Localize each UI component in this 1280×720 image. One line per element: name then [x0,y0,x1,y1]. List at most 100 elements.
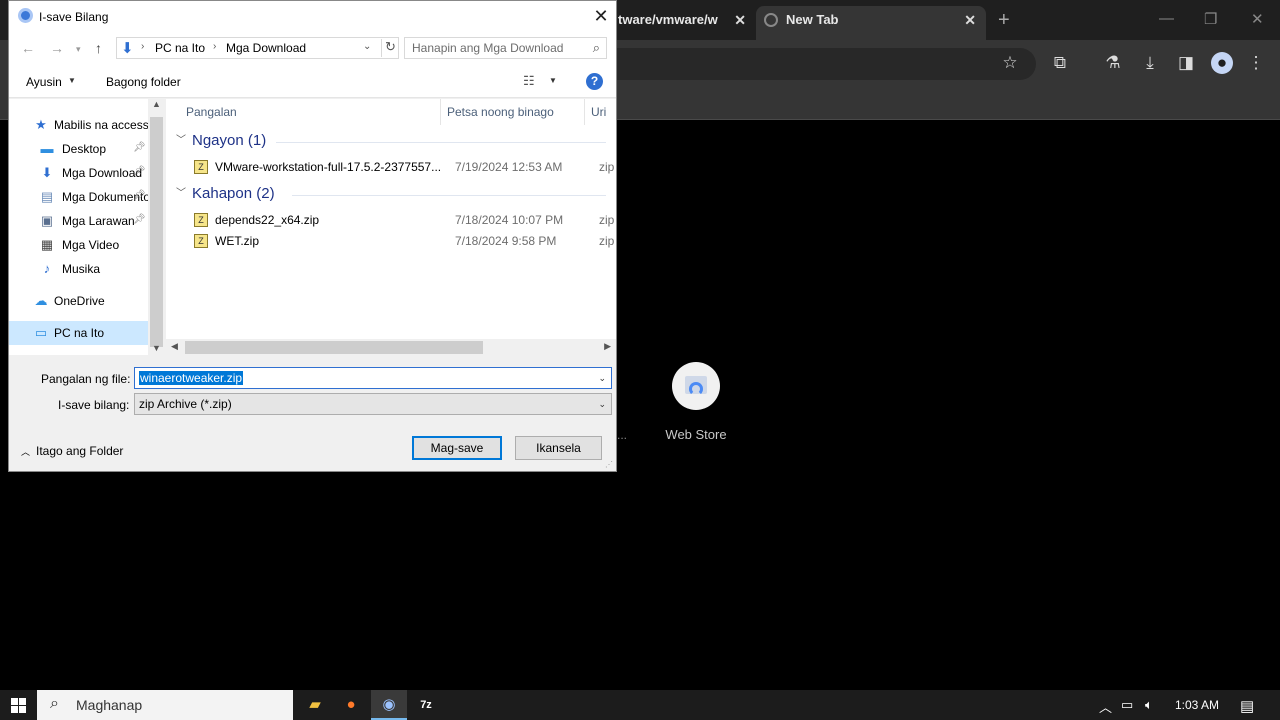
breadcrumb-chevron-icon[interactable]: › [213,41,216,52]
download-icon: ⬇ [41,165,53,180]
forward-arrow-icon[interactable]: → [50,40,64,56]
scroll-left-icon[interactable]: ◀ [171,341,178,352]
search-icon: ⌕ [50,695,59,712]
table-row[interactable]: Z WET.zip 7/18/2024 9:58 PM zip A [186,231,616,252]
chevron-up-icon: ︿ [21,447,31,457]
file-list: Pangalan Petsa noong binago Uri ﹀ Ngayon … [166,99,616,339]
window-close-icon[interactable]: ✕ [1251,10,1264,28]
chrome-logo-icon [18,8,33,23]
save-button[interactable]: Mag-save [412,436,502,460]
caret-down-icon[interactable]: ▼ [68,76,76,85]
labs-flask-icon[interactable]: ⚗ [1102,52,1124,74]
table-row[interactable]: Z VMware-workstation-full-17.5.2-2377557… [186,157,616,178]
sidebar-item-quick-access[interactable]: ★ Mabilis na access [9,113,148,137]
tab-close-icon[interactable]: ✕ [964,6,976,34]
chevron-down-icon[interactable]: ⌄ [598,399,606,410]
sidebar-item-documents[interactable]: ▤ Mga Dokumento 📌︎ [9,185,148,209]
navigation-pane-scrollbar[interactable]: ▲ ▼ [148,99,165,355]
breadcrumb-downloads[interactable]: Mga Download [226,41,306,55]
chevron-down-icon[interactable]: ﹀ [176,135,186,146]
network-icon[interactable]: ▭ [1121,697,1133,713]
side-panel-icon[interactable]: ◨ [1175,52,1197,74]
help-icon[interactable]: ? [586,73,603,90]
column-header-type[interactable]: Uri [591,105,606,119]
view-options-icon[interactable]: ☷ [523,73,535,89]
caret-down-icon[interactable]: ▼ [549,76,557,85]
chevron-down-icon[interactable]: ⌄ [598,373,606,384]
sidebar-item-videos[interactable]: ▦ Mga Video [9,233,148,257]
table-row[interactable]: Z depends22_x64.zip 7/18/2024 10:07 PM z… [186,210,616,231]
group-divider [292,195,606,196]
back-arrow-icon[interactable]: ← [21,40,35,56]
firefox-icon[interactable]: ● [333,690,369,720]
show-hidden-icons-chevron-icon[interactable]: ︿ [1099,697,1112,716]
save-as-type-label: I-save bilang: [58,398,130,412]
bookmark-star-icon[interactable]: ☆ [999,52,1021,74]
start-button[interactable] [0,690,36,720]
column-header-name[interactable]: Pangalan [186,105,237,119]
partial-tile-label: ... [617,428,628,442]
volume-muted-icon[interactable]: 🔈︎ [1145,697,1153,713]
7zip-icon[interactable]: 7z [408,690,444,720]
column-divider[interactable] [440,99,441,125]
taskbar-search-placeholder: Maghanap [76,697,143,713]
more-menu-icon[interactable]: ⋮ [1245,52,1267,74]
cancel-button[interactable]: Ikansela [515,436,602,460]
dialog-titlebar[interactable]: I-save Bilang ✕ [9,1,616,32]
up-arrow-icon[interactable]: ↑ [95,40,102,56]
file-name-value[interactable]: winaerotweaker.zip [139,371,244,385]
sidebar-item-onedrive[interactable]: ☁ OneDrive [9,289,148,313]
new-folder-button[interactable]: Bagong folder [106,75,181,89]
profile-avatar-icon[interactable]: ● [1211,52,1233,74]
pin-icon: 📌︎ [133,142,146,153]
sidebar-item-desktop[interactable]: ▬ Desktop 📌︎ [9,137,148,161]
restore-icon[interactable]: ❐ [1204,10,1217,28]
taskbar-clock[interactable]: 1:03 AM [1175,698,1219,712]
star-icon: ★ [35,117,47,132]
notifications-icon[interactable]: ▤ [1240,697,1254,715]
browser-tab-new-tab[interactable]: New Tab ✕ [756,6,986,40]
chevron-down-icon[interactable]: ﹀ [176,188,186,199]
taskbar-search-box[interactable]: ⌕ Maghanap [37,690,293,720]
file-name-input[interactable]: winaerotweaker.zip ⌄ [134,367,612,389]
minimize-icon[interactable]: — [1159,10,1174,27]
file-list-horizontal-scrollbar[interactable]: ◀ ▶ [166,339,616,356]
web-store-label: Web Store [665,427,727,442]
scroll-down-icon[interactable]: ▼ [152,343,161,353]
scrollbar-thumb[interactable] [150,117,163,347]
tab-close-icon[interactable]: ✕ [734,6,746,34]
group-header-today[interactable]: ﹀ Ngayon (1) [176,132,606,152]
browser-tab-vmware[interactable]: tware/vmware/w ✕ [616,6,756,40]
file-explorer-icon[interactable]: ▰ [297,690,333,720]
search-input[interactable]: Hanapin ang Mga Download ⌕ [404,37,607,59]
group-header-yesterday[interactable]: ﹀ Kahapon (2) [176,185,606,205]
dialog-close-icon[interactable]: ✕ [586,1,616,32]
sidebar-item-music[interactable]: ♪ Musika [9,257,148,281]
column-divider[interactable] [584,99,585,125]
breadcrumb-pc[interactable]: PC na Ito [155,41,205,55]
resize-grip-icon[interactable]: ⋰ [605,460,613,469]
breadcrumb-chevron-icon[interactable]: › [141,41,144,52]
refresh-icon[interactable]: ↻ [381,39,399,57]
extensions-icon[interactable]: ⧉ [1049,52,1071,74]
column-header-date[interactable]: Petsa noong binago [447,105,554,119]
sidebar-item-pictures[interactable]: ▣ Mga Larawan 📌︎ [9,209,148,233]
organize-button[interactable]: Ayusin [26,75,62,89]
address-bar[interactable] [616,48,1036,80]
web-store-shortcut[interactable] [672,362,720,410]
download-icon[interactable]: ⤓ [1139,52,1161,74]
scroll-up-icon[interactable]: ▲ [152,99,161,109]
chrome-icon[interactable]: ◉ [371,690,407,720]
save-as-type-select[interactable]: zip Archive (*.zip) ⌄ [134,393,612,415]
sidebar-item-this-pc[interactable]: ▭ PC na Ito [9,321,148,345]
recent-locations-chevron-icon[interactable]: ▾ [76,44,81,55]
scroll-right-icon[interactable]: ▶ [604,341,611,352]
scrollbar-thumb[interactable] [185,341,483,354]
computer-icon: ▭ [34,325,48,340]
new-tab-plus-icon[interactable]: + [998,9,1010,32]
address-dropdown-icon[interactable]: ⌄ [363,41,371,52]
hide-folders-toggle[interactable]: ︿ Itago ang Folder [21,444,123,458]
sidebar-item-downloads[interactable]: ⬇ Mga Download 📌︎ [9,161,148,185]
video-icon: ▦ [40,237,54,252]
breadcrumb[interactable]: ⬇ › PC na Ito › Mga Download ⌄ ↻ [116,37,399,59]
